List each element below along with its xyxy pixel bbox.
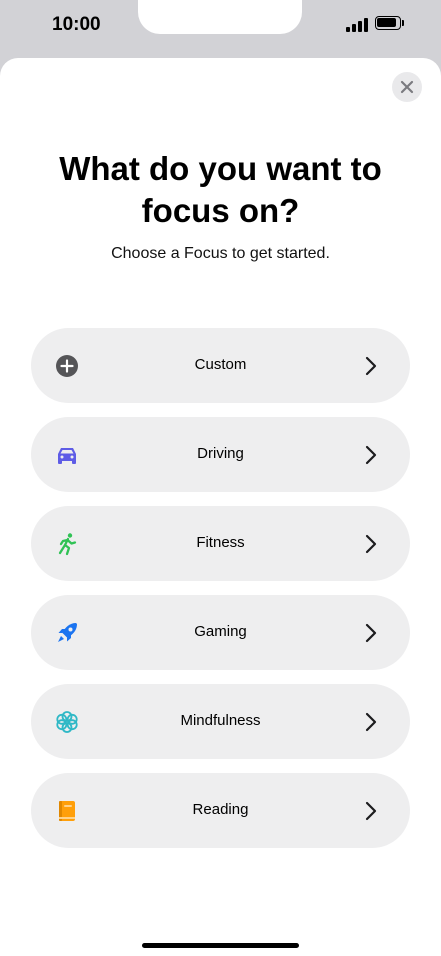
dynamic-island	[138, 0, 302, 34]
focus-option-label: Custom	[194, 356, 247, 373]
home-indicator[interactable]	[142, 943, 299, 948]
focus-option-label: Fitness	[196, 534, 245, 551]
cellular-signal-icon	[346, 18, 370, 32]
status-bar: 10:00	[0, 0, 441, 58]
page-subtitle: Choose a Focus to get started.	[111, 245, 330, 262]
focus-option-fitness[interactable]: Fitness	[31, 506, 410, 581]
chevron-right-icon	[365, 712, 377, 732]
chevron-right-icon	[365, 534, 377, 554]
chevron-right-icon	[365, 445, 377, 465]
chevron-right-icon	[365, 801, 377, 821]
close-button[interactable]	[392, 72, 422, 102]
focus-option-label: Mindfulness	[180, 712, 261, 729]
title-line-2: focus on?	[141, 192, 300, 229]
focus-option-label: Reading	[192, 801, 249, 818]
focus-option-mindfulness[interactable]: Mindfulness	[31, 684, 410, 759]
status-time: 10:00	[52, 14, 101, 35]
page-title: What do you want to focus on?	[20, 148, 421, 232]
focus-option-label: Driving	[197, 445, 244, 462]
focus-sheet: What do you want to focus on? Choose a F…	[0, 58, 441, 956]
chevron-right-icon	[365, 623, 377, 643]
chevron-right-icon	[365, 356, 377, 376]
focus-option-driving[interactable]: Driving	[31, 417, 410, 492]
focus-option-custom[interactable]: Custom	[31, 328, 410, 403]
focus-option-label: Gaming	[194, 623, 247, 640]
focus-option-reading[interactable]: Reading	[31, 773, 410, 848]
focus-options-list: Custom Driving Fitness Gaming Mindfulnes…	[31, 328, 410, 862]
focus-option-gaming[interactable]: Gaming	[31, 595, 410, 670]
title-line-1: What do you want to	[59, 150, 382, 187]
close-icon	[400, 80, 414, 94]
battery-icon	[375, 16, 405, 32]
